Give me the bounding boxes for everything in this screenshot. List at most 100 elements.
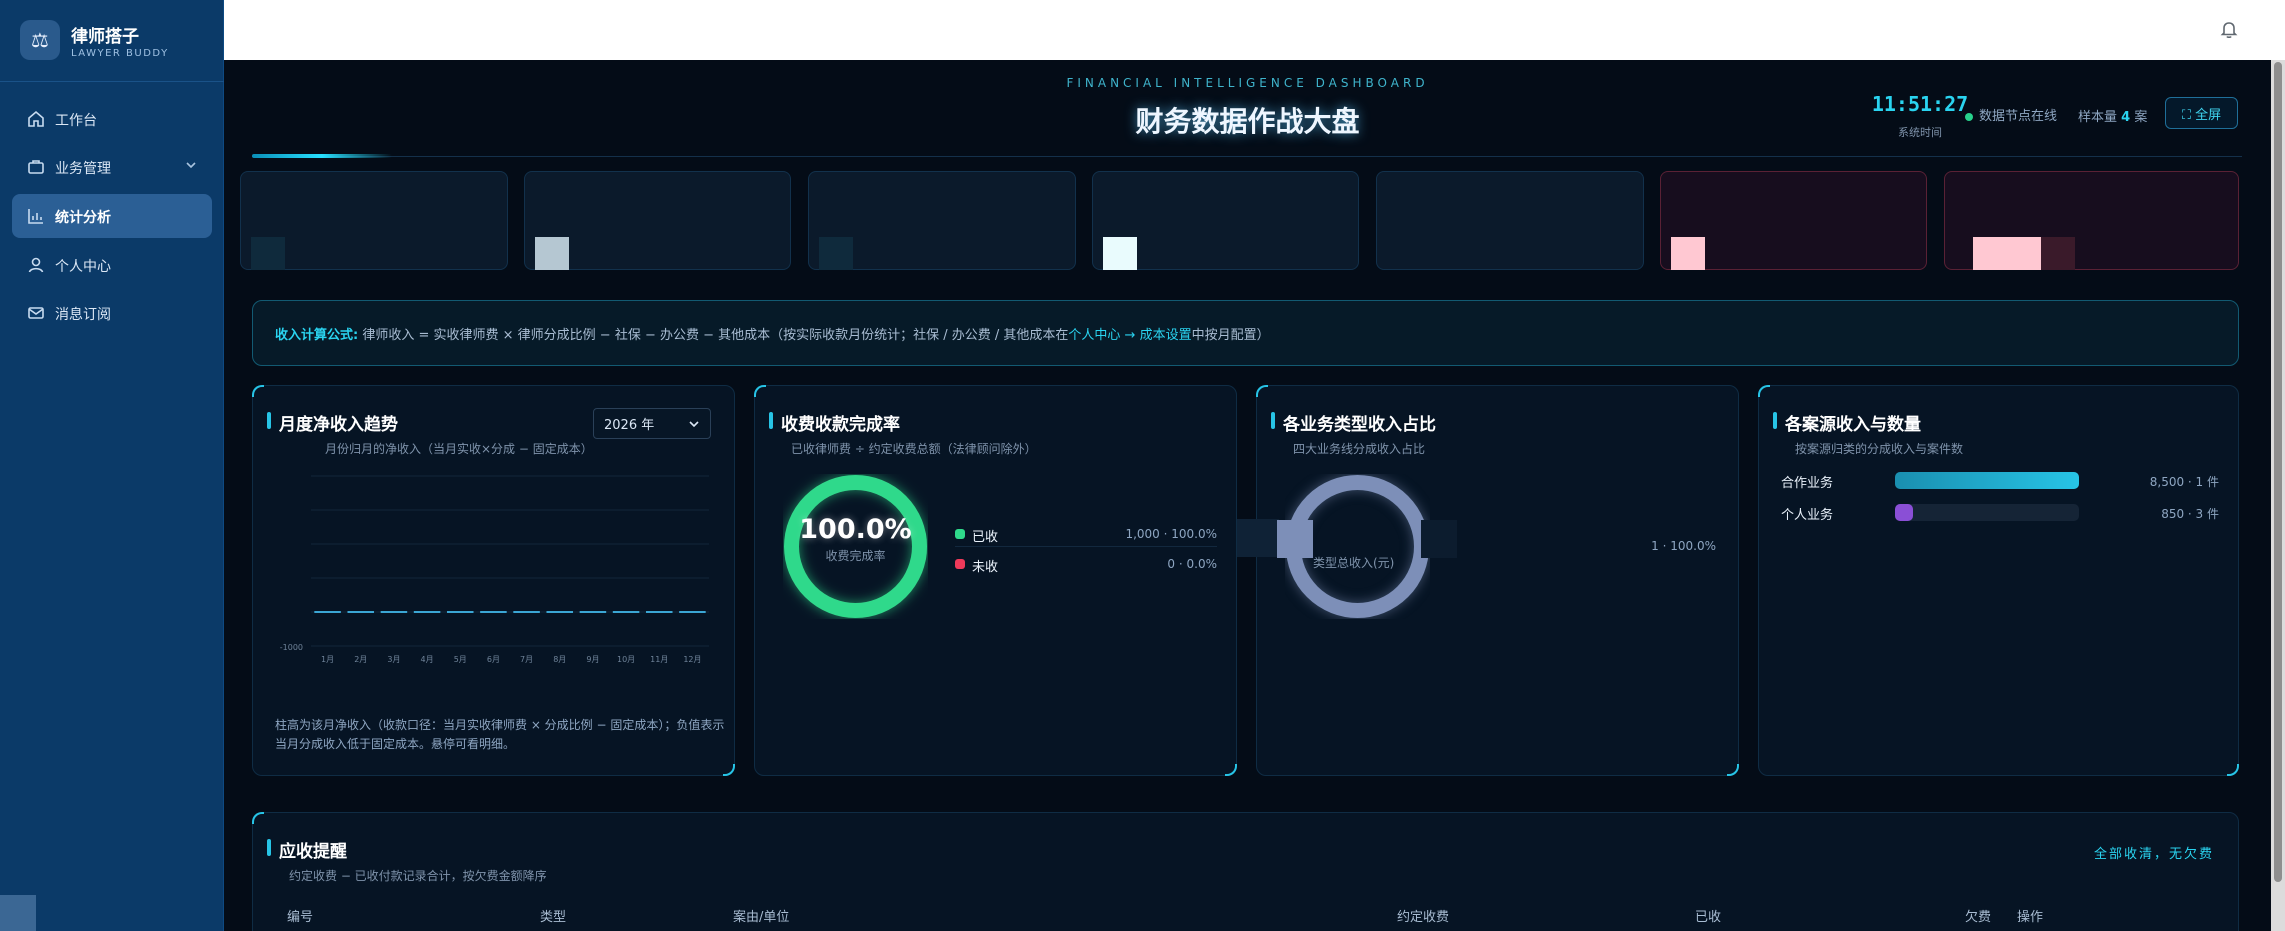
x-tick-label: 4月 [421,655,434,664]
panel-title: 收费收款完成率 [769,410,900,435]
corner-accent [252,385,264,397]
sidebar-item-business[interactable]: 业务管理 [12,145,212,189]
node-online-status: 数据节点在线 [1965,105,2057,124]
legend-dot [955,529,965,539]
chart-bar [446,611,474,613]
mail-icon [28,307,44,319]
chevron-down-icon [689,420,699,427]
x-tick-label: 5月 [454,655,467,664]
online-dot-icon [1965,112,1973,121]
panel-subtitle: 已收律师费 ÷ 约定收费总额（法律顾问除外） [791,442,1037,456]
column-header-case: 案由/单位 [733,910,790,925]
chart-bar [347,611,375,613]
chart-bar [679,611,706,613]
fullscreen-button[interactable]: ⛶ 全屏 [2165,97,2238,129]
kpi-card [524,171,791,270]
home-icon [28,110,44,127]
sidebar-item-profile[interactable]: 个人中心 [12,243,212,287]
bar-chart-icon [28,209,43,224]
legend-dot [955,559,965,569]
x-tick-label: 7月 [520,655,533,664]
source-value: 8,500 · 1 件 [2149,475,2219,489]
sidebar-item-statistics[interactable]: 统计分析 [12,194,212,238]
panel-subtitle: 约定收费 − 已收付款记录合计，按欠费金额降序 [289,869,547,883]
dashboard-main: FINANCIAL INTELLIGENCE DASHBOARD 财务数据作战大… [224,60,2271,931]
x-tick-label: 8月 [553,655,566,664]
sidebar-collapse-button[interactable] [0,895,36,931]
sidebar-item-label: 消息订阅 [55,307,111,323]
legend-item-uncollected: 未收 0 · 0.0% [955,553,1217,577]
x-tick-label: 3月 [387,655,400,664]
x-tick-label: 2月 [354,655,367,664]
kpi-card [1660,171,1927,270]
kpi-placeholder [1973,237,2041,270]
corner-accent [1758,385,1770,397]
panel-note: 柱高为该月净收入（收款口径：当月实收律师费 × 分成比例 − 固定成本）；负值表… [275,718,725,751]
sidebar-item-label: 业务管理 [55,161,111,177]
kpi-placeholder [1103,237,1137,270]
year-select-value: 2026 年 [604,418,655,433]
chart-bar [314,611,341,613]
source-row-cooperation: 合作业务 8,500 · 1 件 [1781,465,2219,495]
sample-suffix: 案 [2134,110,2148,125]
source-bar-track [1895,472,2079,489]
x-tick-label: 12月 [683,655,701,664]
donut-center: 100.0% 收费完成率 [783,514,928,564]
chart-bar [380,611,408,613]
source-name: 合作业务 [1781,476,1834,491]
y-tick-label: -1000 [280,643,303,652]
panel-title: 应收提醒 [267,837,347,862]
rate-value: 100.0% [799,514,912,545]
header-divider [252,156,2242,157]
tooltip-artifact [1277,520,1313,558]
top-bar [224,0,2285,60]
corner-accent [754,385,766,397]
x-tick-label: 9月 [586,655,599,664]
business-type-panel: 各业务类型收入占比 四大业务线分成收入占比 类型总收入(元) 1 · 100.0… [1237,385,1739,776]
brand-subtitle: LAWYER BUDDY [71,48,169,59]
chart-bar [579,611,607,613]
legend-name: 已收 [972,530,999,545]
scales-logo-icon: ⚖ [20,20,60,60]
brand-name: 律师搭子 [71,27,139,47]
vertical-scrollbar[interactable] [2271,60,2285,931]
brand: ⚖ 律师搭子 LAWYER BUDDY [0,0,224,82]
kpi-placeholder [535,237,569,270]
cost-settings-link[interactable]: 个人中心 → 成本设置 [1068,328,1191,343]
sidebar-item-workbench[interactable]: 工作台 [12,97,212,141]
sidebar-item-label: 个人中心 [55,259,111,275]
kpi-placeholder [819,237,853,270]
x-tick-label: 1月 [321,655,334,664]
column-header-type: 类型 [540,910,567,925]
income-formula-bar: 收入计算公式: 律师收入 = 实收律师费 × 律师分成比例 − 社保 − 办公费… [252,300,2239,366]
sample-count: 样本量 4 案 [2078,106,2147,125]
chart-bar [645,611,673,613]
collection-rate-panel: 收费收款完成率 已收律师费 ÷ 约定收费总额（法律顾问除外） 100.0% 收费… [754,385,1237,776]
corner-accent [1256,385,1268,397]
column-header-arrears: 欠费 [1965,910,1992,925]
chart-bar [480,611,507,613]
sidebar-item-label: 工作台 [55,113,97,129]
kpi-card [1376,171,1644,270]
source-bar-track [1895,504,2079,521]
case-source-panel: 各案源收入与数量 按案源归类的分成收入与案件数 合作业务 8,500 · 1 件… [1758,385,2239,776]
source-name: 个人业务 [1781,508,1834,523]
column-header-agreed-fee: 约定收费 [1397,910,1450,925]
system-clock: 11:51:27 [1871,92,1969,116]
formula-tail: 中按月配置） [1191,328,1270,343]
rate-label: 收费完成率 [825,549,886,563]
donut-center-label: 类型总收入(元) [1313,556,1395,570]
kpi-card [808,171,1076,270]
kpi-placeholder [1671,237,1705,270]
panel-title: 月度净收入趋势 [267,410,398,435]
bell-icon[interactable] [2218,18,2240,40]
formula-key: 收入计算公式: [275,328,359,343]
sidebar-item-messages[interactable]: 消息订阅 [12,291,212,335]
corner-accent [252,812,264,824]
briefcase-icon [28,160,44,174]
legend-value: 1 · 100.0% [1651,539,1716,553]
online-label: 数据节点在线 [1979,109,2058,124]
scrollbar-thumb[interactable] [2274,62,2282,882]
year-select[interactable]: 2026 年 [593,408,711,439]
user-icon [28,257,44,273]
